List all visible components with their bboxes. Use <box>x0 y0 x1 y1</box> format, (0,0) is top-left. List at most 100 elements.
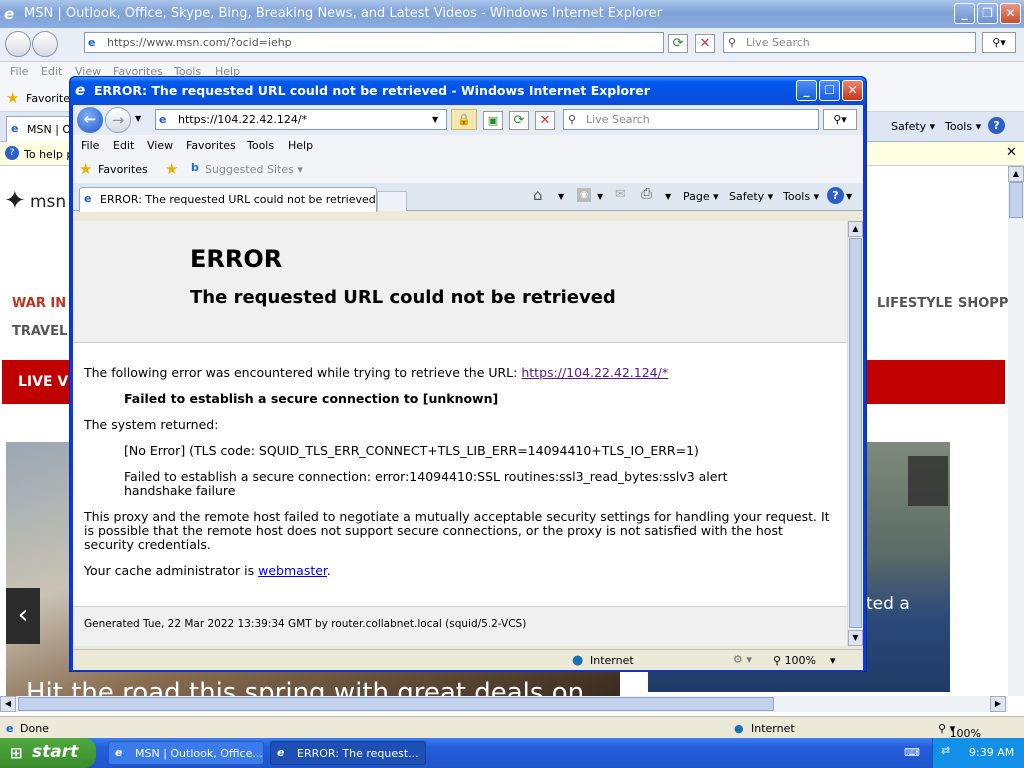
search-go-button[interactable]: ⚲▾ <box>982 32 1016 53</box>
menu-view[interactable]: View <box>147 139 173 152</box>
refresh-icon[interactable]: ⟳ <box>668 34 688 53</box>
help-dropdown-icon[interactable]: ▼ <box>846 192 852 201</box>
ssl-error-line-1: Failed to establish a secure connection:… <box>124 469 728 484</box>
maximize-button[interactable]: ❐ <box>977 3 998 24</box>
print-dropdown-icon[interactable]: ▼ <box>665 192 671 201</box>
error-address-bar[interactable]: e https://104.22.42.124/* ▼ <box>155 109 447 130</box>
scroll-right-button[interactable]: ▶ <box>990 696 1006 712</box>
error-vertical-scrollbar[interactable]: ▲ ▼ <box>847 221 863 646</box>
stop-icon[interactable]: ✕ <box>695 34 715 53</box>
home-icon[interactable]: ⌂ <box>533 186 543 204</box>
taskbar-item-error[interactable]: e ERROR: The request... <box>270 741 426 765</box>
carousel-prev-button[interactable]: ‹ <box>6 588 40 644</box>
taskbar-item-label: MSN | Outlook, Office... <box>135 747 263 760</box>
nav-shopping[interactable]: SHOPPI <box>958 296 1008 311</box>
live-banner-label: LIVE VI <box>18 374 74 390</box>
keyboard-icon[interactable]: ⌨ <box>904 746 920 759</box>
mail-icon[interactable]: ✉ <box>615 187 626 202</box>
menu-help[interactable]: Help <box>288 139 313 152</box>
search-go-button[interactable]: ⚲▾ <box>823 109 857 130</box>
tools-menu[interactable]: Tools ▾ <box>783 190 819 203</box>
error-tab[interactable]: e ERROR: The requested URL could not be … <box>79 187 377 212</box>
right-caption[interactable]: ted a <box>866 594 910 614</box>
add-favorite-icon[interactable]: ★ <box>165 160 178 178</box>
ie-logo-icon: e <box>4 5 15 23</box>
address-dropdown-icon[interactable]: ▼ <box>432 115 438 124</box>
msn-search-input[interactable]: ⚲ Live Search <box>723 32 976 53</box>
scroll-up-button[interactable]: ▲ <box>848 221 863 237</box>
favorites-button[interactable]: Favorites <box>98 163 148 176</box>
new-tab-button[interactable] <box>377 191 407 211</box>
network-icon[interactable]: ⇄ <box>941 744 950 757</box>
msn-vertical-scrollbar[interactable]: ▲ <box>1008 166 1024 696</box>
error-window-title: ERROR: The requested URL could not be re… <box>94 83 650 98</box>
scroll-thumb[interactable] <box>18 697 774 711</box>
taskbar-item-msn[interactable]: e MSN | Outlook, Office... <box>108 741 264 765</box>
nav-lifestyle[interactable]: LIFESTYLE <box>877 296 953 311</box>
scroll-up-button[interactable]: ▲ <box>1008 166 1024 182</box>
menu-file[interactable]: File <box>81 139 99 152</box>
ie-logo-icon: e <box>115 746 123 759</box>
footer-panel: Generated Tue, 22 Mar 2022 13:39:34 GMT … <box>73 607 847 646</box>
tls-code-message: [No Error] (TLS code: SQUID_TLS_ERR_CONN… <box>124 443 699 458</box>
back-button[interactable]: ← <box>77 107 103 133</box>
error-window-titlebar[interactable]: e ERROR: The requested URL could not be … <box>70 77 866 105</box>
feeds-dropdown-icon[interactable]: ▼ <box>597 192 603 201</box>
back-tools-menu[interactable]: Tools ▾ <box>945 120 981 133</box>
zoom-control[interactable]: ⚲ 100% ▾ <box>773 654 836 667</box>
status-globe-icon: ● <box>734 722 744 735</box>
msn-window-title: MSN | Outlook, Office, Skype, Bing, Brea… <box>24 6 662 21</box>
forward-button[interactable]: → <box>105 107 131 133</box>
help-icon[interactable]: ? <box>827 187 844 204</box>
menu-edit[interactable]: Edit <box>41 65 62 78</box>
menu-edit[interactable]: Edit <box>113 139 134 152</box>
period: . <box>326 563 331 578</box>
start-button[interactable]: ⊞ start <box>0 738 96 768</box>
msn-butterfly-icon: ✦ <box>4 186 26 216</box>
minimize-button[interactable]: _ <box>796 80 817 101</box>
scroll-thumb[interactable] <box>1009 182 1023 218</box>
help-icon[interactable]: ? <box>988 117 1005 134</box>
close-button[interactable]: ✕ <box>842 80 863 101</box>
menu-tools[interactable]: Tools <box>247 139 274 152</box>
compat-icon[interactable]: ▣ <box>483 111 503 130</box>
hero-headline[interactable]: Hit the road this spring with great deal… <box>26 678 584 696</box>
forward-button[interactable] <box>32 31 58 57</box>
msn-logo[interactable]: msn <box>30 192 66 212</box>
clock[interactable]: 9:39 AM <box>969 746 1014 759</box>
msn-window-titlebar[interactable]: e MSN | Outlook, Office, Skype, Bing, Br… <box>0 0 1024 28</box>
suggested-sites-button[interactable]: Suggested Sites ▾ <box>205 163 303 176</box>
nav-travel[interactable]: TRAVEL <box>12 324 67 339</box>
error-page-content: ERROR The requested URL could not be ret… <box>73 221 847 646</box>
scroll-down-button[interactable]: ▼ <box>848 630 863 646</box>
lock-icon[interactable]: 🔒 <box>451 109 477 130</box>
status-zone: Internet <box>751 722 795 735</box>
minimize-button[interactable]: _ <box>954 3 975 24</box>
page-menu[interactable]: Page ▾ <box>683 190 719 203</box>
maximize-button[interactable]: ☐ <box>819 80 840 101</box>
menu-favorites[interactable]: Favorites <box>186 139 236 152</box>
close-button[interactable]: ✕ <box>1000 3 1021 24</box>
msn-tab[interactable]: e MSN | O <box>6 116 76 142</box>
requested-url-link[interactable]: https://104.22.42.124/* <box>521 365 668 380</box>
msn-horizontal-scrollbar[interactable]: ◀ ▶ <box>0 696 1008 712</box>
menu-file[interactable]: File <box>10 65 28 78</box>
scroll-thumb[interactable] <box>849 238 862 628</box>
webmaster-link[interactable]: webmaster <box>258 563 327 578</box>
start-label: start <box>32 742 79 762</box>
home-dropdown-icon[interactable]: ▼ <box>558 192 564 201</box>
protected-mode-icon[interactable]: ⚙ ▾ <box>733 653 752 666</box>
scroll-left-button[interactable]: ◀ <box>0 696 16 712</box>
info-close-icon[interactable]: ✕ <box>1006 145 1017 160</box>
history-dropdown-icon[interactable]: ▼ <box>135 114 141 123</box>
error-search-input[interactable]: ⚲ Live Search <box>563 109 819 130</box>
status-zoom[interactable]: ⚲ 100% ▾ <box>938 722 981 740</box>
print-icon[interactable]: ⎙ <box>641 186 652 202</box>
back-button[interactable] <box>5 31 31 57</box>
stop-icon[interactable]: ✕ <box>535 111 555 130</box>
refresh-icon[interactable]: ⟳ <box>509 111 529 130</box>
msn-address-bar[interactable]: e https://www.msn.com/?ocid=iehp <box>84 32 664 53</box>
feeds-icon[interactable]: ◉ <box>577 188 591 202</box>
safety-menu[interactable]: Safety ▾ <box>729 190 773 203</box>
back-safety-menu[interactable]: Safety ▾ <box>891 120 935 133</box>
